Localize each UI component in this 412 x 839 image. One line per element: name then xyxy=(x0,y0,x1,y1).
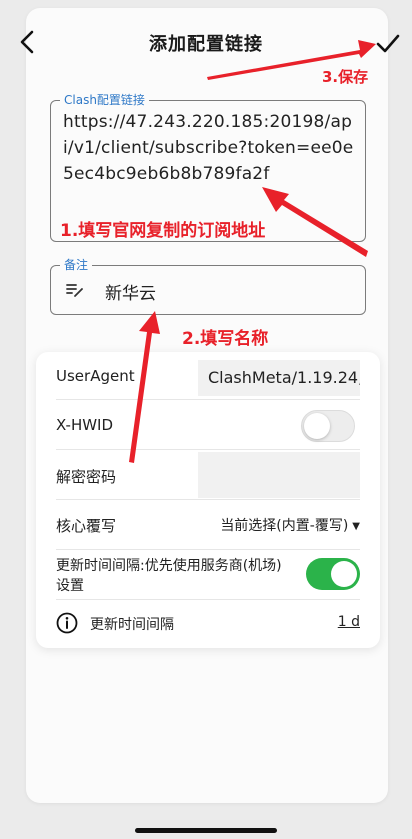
options-panel: UserAgent ClashMeta/1.19.24; X-HWID 解密密码… xyxy=(36,352,380,648)
page-title: 添加配置链接 xyxy=(149,34,263,55)
core-override-row: 核心覆写 当前选择(内置-覆写) ▼ xyxy=(56,500,360,550)
core-override-value: 当前选择(内置-覆写) xyxy=(220,518,349,534)
user-agent-label: UserAgent xyxy=(56,367,135,385)
hwid-label: X-HWID xyxy=(56,416,114,434)
password-label: 解密密码 xyxy=(56,468,117,486)
dropdown-caret-icon: ▼ xyxy=(352,520,360,532)
update-interval-row: 更新时间间隔 1 d xyxy=(56,600,360,646)
annotation-step2: 2.填写名称 xyxy=(182,329,269,349)
update-interval-pref-toggle[interactable] xyxy=(306,558,360,590)
remark-field[interactable]: 备注 新华云 xyxy=(50,257,366,315)
hwid-row: X-HWID xyxy=(56,400,360,450)
home-indicator xyxy=(135,828,277,833)
user-agent-row: UserAgent ClashMeta/1.19.24; xyxy=(56,352,360,400)
update-interval-pref-label: 更新时间间隔:优先使用服务商(机场)设置 xyxy=(56,558,282,594)
update-interval-label: 更新时间间隔 xyxy=(90,617,174,633)
password-input[interactable] xyxy=(198,452,360,498)
hwid-toggle-knob xyxy=(304,413,330,439)
save-check-icon[interactable] xyxy=(374,30,402,58)
annotation-step3: 3.保存 xyxy=(322,68,369,86)
subscription-url-label: Clash配置链接 xyxy=(60,92,149,108)
core-override-label: 核心覆写 xyxy=(56,517,117,535)
annotation-step1: 1.填写官网复制的订阅地址 xyxy=(60,221,266,241)
update-interval-value[interactable]: 1 d xyxy=(338,614,360,630)
update-interval-pref-knob xyxy=(331,561,357,587)
edit-notes-icon xyxy=(66,284,83,297)
remark-value[interactable]: 新华云 xyxy=(105,279,156,304)
info-icon xyxy=(56,612,78,634)
core-override-dropdown[interactable]: 当前选择(内置-覆写) ▼ xyxy=(220,515,360,535)
subscription-url-value[interactable]: https://47.243.220.185:20198/api/v1/clie… xyxy=(63,109,359,187)
hwid-toggle[interactable] xyxy=(301,410,355,442)
password-row: 解密密码 xyxy=(56,450,360,500)
user-agent-input[interactable]: ClashMeta/1.19.24; xyxy=(198,360,360,396)
remark-label: 备注 xyxy=(60,257,93,273)
update-interval-pref-row: 更新时间间隔:优先使用服务商(机场)设置 xyxy=(56,550,360,600)
